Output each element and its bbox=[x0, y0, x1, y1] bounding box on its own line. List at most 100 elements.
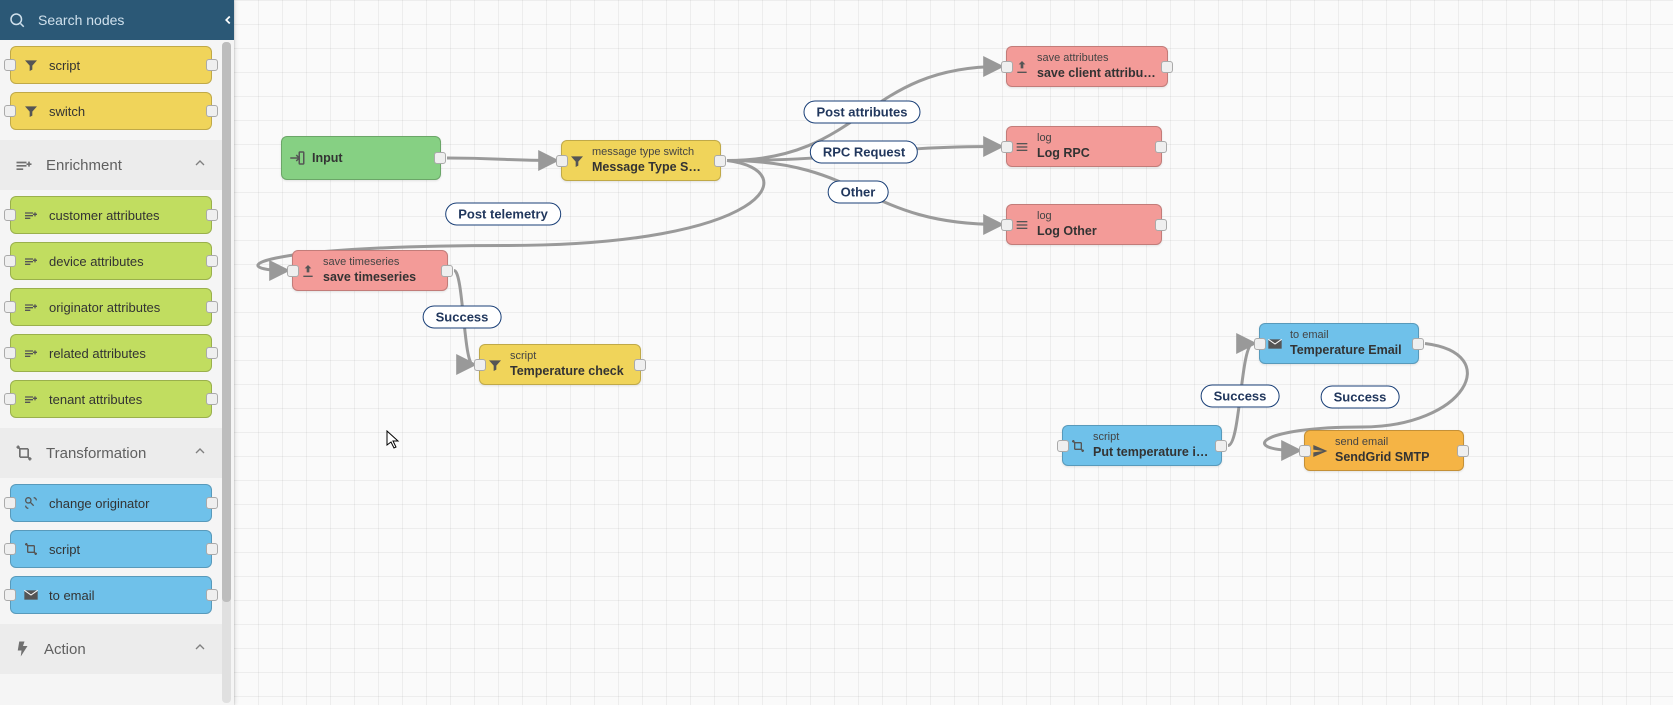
node-chip[interactable]: to email bbox=[10, 576, 212, 614]
node-body: Input bbox=[312, 145, 353, 172]
output-port[interactable] bbox=[1161, 61, 1173, 73]
flow-node-logother[interactable]: logLog Other bbox=[1006, 204, 1162, 245]
flow-edge[interactable] bbox=[447, 158, 555, 161]
node-chip[interactable]: change originator bbox=[10, 484, 212, 522]
output-port bbox=[206, 59, 218, 71]
node-body: logLog Other bbox=[1037, 204, 1107, 244]
edge-label[interactable]: Success bbox=[423, 306, 502, 329]
output-port bbox=[206, 301, 218, 313]
output-port[interactable] bbox=[441, 265, 453, 277]
output-port[interactable] bbox=[1457, 445, 1469, 457]
input-port[interactable] bbox=[1254, 338, 1266, 350]
input-port[interactable] bbox=[556, 155, 568, 167]
flow-node-logrpc[interactable]: logLog RPC bbox=[1006, 126, 1162, 167]
output-port[interactable] bbox=[1215, 440, 1227, 452]
output-port[interactable] bbox=[1412, 338, 1424, 350]
palette-item-script[interactable]: script bbox=[10, 46, 212, 84]
crop-rotate-icon bbox=[23, 541, 39, 557]
output-port[interactable] bbox=[434, 152, 446, 164]
node-type-label: to email bbox=[1290, 329, 1402, 342]
node-chip[interactable]: device attributes bbox=[10, 242, 212, 280]
section-title: Action bbox=[44, 641, 86, 658]
node-chip[interactable]: script bbox=[10, 46, 212, 84]
palette-item-change-originator[interactable]: change originator bbox=[10, 484, 212, 522]
enter-icon bbox=[282, 149, 312, 167]
input-port bbox=[4, 543, 16, 555]
node-type-label: save timeseries bbox=[323, 256, 416, 269]
palette-item-customer-attributes[interactable]: customer attributes bbox=[10, 196, 212, 234]
output-port bbox=[206, 105, 218, 117]
sidebar-scrollbar[interactable] bbox=[222, 42, 231, 703]
node-name-label: Put temperature in m... bbox=[1093, 445, 1211, 460]
palette-item-label: script bbox=[49, 58, 80, 73]
mail-icon bbox=[23, 587, 39, 603]
palette-item-label: switch bbox=[49, 104, 85, 119]
node-chip[interactable]: related attributes bbox=[10, 334, 212, 372]
input-port[interactable] bbox=[1057, 440, 1069, 452]
edge-label[interactable]: RPC Request bbox=[810, 141, 918, 164]
input-port[interactable] bbox=[1001, 219, 1013, 231]
output-port[interactable] bbox=[634, 359, 646, 371]
input-port[interactable] bbox=[1001, 61, 1013, 73]
playlist-add-icon bbox=[23, 345, 39, 361]
flow-node-puttemp[interactable]: scriptPut temperature in m... bbox=[1062, 425, 1222, 466]
sidebar-scroll-thumb[interactable] bbox=[222, 42, 231, 602]
palette-item-switch[interactable]: switch bbox=[10, 92, 212, 130]
edge-label[interactable]: Success bbox=[1321, 386, 1400, 409]
flow-node-input[interactable]: Input bbox=[281, 136, 441, 180]
palette-item-tenant-attributes[interactable]: tenant attributes bbox=[10, 380, 212, 418]
sidebar-scroll[interactable]: script switch Enrichment customer attribu… bbox=[0, 40, 234, 705]
flow-canvas[interactable]: Input message type switchMessage Type Swi… bbox=[234, 0, 1673, 705]
node-chip[interactable]: originator attributes bbox=[10, 288, 212, 326]
flow-node-tempcheck[interactable]: scriptTemperature check bbox=[479, 344, 641, 385]
playlist-add-icon bbox=[23, 299, 39, 315]
node-chip[interactable]: tenant attributes bbox=[10, 380, 212, 418]
flow-node-mts[interactable]: message type switchMessage Type Switch bbox=[561, 140, 721, 181]
palette-item-to-email[interactable]: to email bbox=[10, 576, 212, 614]
edge-label[interactable]: Post attributes bbox=[803, 101, 920, 124]
input-port bbox=[4, 59, 16, 71]
node-chip[interactable]: script bbox=[10, 530, 212, 568]
section-header-enrichment[interactable]: Enrichment bbox=[0, 140, 222, 190]
section-header-action[interactable]: Action bbox=[0, 624, 222, 674]
chevron-up-icon bbox=[192, 443, 208, 463]
input-port bbox=[4, 393, 16, 405]
edge-label[interactable]: Success bbox=[1201, 385, 1280, 408]
palette-item-label: originator attributes bbox=[49, 300, 160, 315]
output-port[interactable] bbox=[714, 155, 726, 167]
palette-item-device-attributes[interactable]: device attributes bbox=[10, 242, 212, 280]
input-port[interactable] bbox=[1001, 141, 1013, 153]
node-type-label: send email bbox=[1335, 436, 1429, 449]
input-port[interactable] bbox=[1299, 445, 1311, 457]
flow-node-sendemail[interactable]: send emailSendGrid SMTP bbox=[1304, 430, 1464, 471]
node-type-label: message type switch bbox=[592, 146, 710, 159]
node-chip[interactable]: customer attributes bbox=[10, 196, 212, 234]
input-port bbox=[4, 589, 16, 601]
edge-label[interactable]: Other bbox=[828, 181, 889, 204]
sidebar-header bbox=[0, 0, 234, 40]
collapse-sidebar-button[interactable] bbox=[221, 10, 235, 30]
palette-item-related-attributes[interactable]: related attributes bbox=[10, 334, 212, 372]
palette-item-label: device attributes bbox=[49, 254, 144, 269]
output-port bbox=[206, 347, 218, 359]
output-port[interactable] bbox=[1155, 219, 1167, 231]
node-name-label: SendGrid SMTP bbox=[1335, 450, 1429, 465]
palette-item-label: to email bbox=[49, 588, 95, 603]
search-icon bbox=[8, 11, 26, 29]
playlist-add-icon bbox=[23, 253, 39, 269]
flow-node-savets[interactable]: save timeseriessave timeseries bbox=[292, 250, 448, 291]
output-port bbox=[206, 393, 218, 405]
output-port[interactable] bbox=[1155, 141, 1167, 153]
input-port[interactable] bbox=[474, 359, 486, 371]
section-title: Enrichment bbox=[46, 157, 122, 174]
section-header-transformation[interactable]: Transformation bbox=[0, 428, 222, 478]
palette-item-script[interactable]: script bbox=[10, 530, 212, 568]
flow-node-toemail[interactable]: to emailTemperature Email bbox=[1259, 323, 1419, 364]
flow-node-saveattr[interactable]: save attributessave client attributes bbox=[1006, 46, 1168, 87]
palette-item-label: script bbox=[49, 542, 80, 557]
search-input[interactable] bbox=[36, 11, 221, 29]
node-chip[interactable]: switch bbox=[10, 92, 212, 130]
input-port[interactable] bbox=[287, 265, 299, 277]
edge-label[interactable]: Post telemetry bbox=[445, 203, 561, 226]
palette-item-originator-attributes[interactable]: originator attributes bbox=[10, 288, 212, 326]
